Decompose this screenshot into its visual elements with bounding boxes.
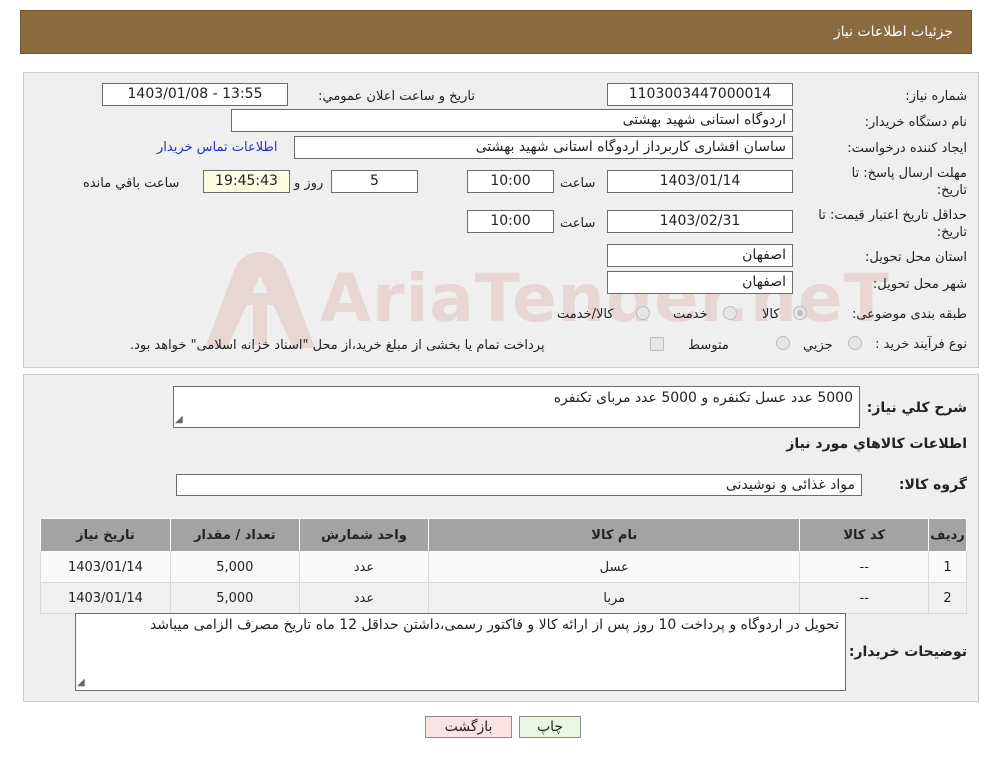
deadline-date-field: 1403/01/14 <box>607 170 793 193</box>
goods-group-label: گروه کالا: <box>898 477 967 493</box>
treasury-checkbox[interactable] <box>650 337 664 351</box>
deadline-time-field: 10:00 <box>467 170 554 193</box>
province-label: استان محل تحويل: <box>865 250 967 265</box>
days-label: روز و <box>294 176 324 191</box>
cell-name: عسل <box>428 551 801 583</box>
cell-unit: عدد <box>298 551 430 583</box>
col-code-header: کد کالا <box>799 518 930 552</box>
buyer-notes-label: توضيحات خريدار: <box>848 644 967 660</box>
cell-unit: عدد <box>298 582 430 614</box>
validity-time-label: ساعت <box>560 216 596 231</box>
description-text: 5000 عدد عسل تکنفره و 5000 عدد مربای تکن… <box>553 390 853 406</box>
cell-qty: 5,000 <box>169 582 300 614</box>
table-row: 2 -- مربا عدد 5,000 1403/01/14 <box>40 582 967 614</box>
resize-grip-icon[interactable]: ◢ <box>175 414 183 425</box>
cell-row: 2 <box>928 582 967 614</box>
goods-group-field: مواد غذائی و نوشیدنی <box>176 474 862 496</box>
need-number-label: شماره نیاز: <box>905 89 967 104</box>
cell-code: -- <box>799 582 930 614</box>
col-date-header: تاريخ نياز <box>40 518 171 552</box>
contact-buyer-link[interactable]: اطلاعات تماس خريدار <box>157 140 277 155</box>
announce-label: تاریخ و ساعت اعلان عمومي: <box>318 89 475 104</box>
back-button[interactable]: بازگشت <box>425 716 512 738</box>
validity-label: حداقل تاريخ اعتبار قيمت: تا <box>818 208 967 223</box>
deadline-label: مهلت ارسال پاسخ: تا <box>851 166 967 181</box>
page-title: جزئیات اطلاعات نیاز <box>833 24 953 40</box>
col-name-header: نام کالا <box>428 518 801 552</box>
cell-name: مربا <box>428 582 801 614</box>
resize-grip-icon[interactable]: ◢ <box>77 677 85 688</box>
col-row-header: رديف <box>928 518 967 552</box>
payment-note: پرداخت تمام يا بخشی از مبلغ خريد،از محل … <box>130 338 545 353</box>
description-textarea[interactable]: 5000 عدد عسل تکنفره و 5000 عدد مربای تکن… <box>173 386 860 428</box>
days-field: 5 <box>331 170 418 193</box>
buyer-notes-text: تحویل در اردوگاه و پرداخت 10 روز پس از ا… <box>149 617 839 633</box>
buyer-notes-textarea[interactable]: تحویل در اردوگاه و پرداخت 10 روز پس از ا… <box>75 613 846 691</box>
table-row: 1 -- عسل عدد 5,000 1403/01/14 <box>40 551 967 583</box>
deadline-label-2: تاريخ: <box>936 183 967 198</box>
deadline-time-label: ساعت <box>560 176 596 191</box>
category-radio-both[interactable] <box>636 306 650 320</box>
watermark-text: AriaTender.neT <box>320 260 890 337</box>
cell-row: 1 <box>928 551 967 583</box>
validity-time-field: 10:00 <box>467 210 554 233</box>
category-radio-goods[interactable] <box>793 306 807 320</box>
category-radio-service[interactable] <box>723 306 737 320</box>
buyer-label: نام دستگاه خريدار: <box>864 115 967 130</box>
goods-section-title: اطلاعات کالاهاي مورد نياز <box>786 436 967 452</box>
goods-table: رديف کد کالا نام کالا واحد شمارش تعداد /… <box>40 518 967 614</box>
process-option-medium: متوسط <box>688 338 729 353</box>
creator-field: ساسان افشاری کاربرداز اردوگاه استانی شهی… <box>294 136 793 159</box>
process-radio-minor[interactable] <box>848 336 862 350</box>
cell-code: -- <box>799 551 930 583</box>
cell-date: 1403/01/14 <box>40 551 171 583</box>
table-header-row: رديف کد کالا نام کالا واحد شمارش تعداد /… <box>40 518 967 552</box>
category-option-both: کالا/خدمت <box>557 307 614 322</box>
process-label: نوع فرآيند خريد : <box>875 337 967 352</box>
creator-label: ايجاد کننده درخواست: <box>847 141 967 156</box>
col-qty-header: تعداد / مقدار <box>169 518 300 552</box>
category-label: طبقه بندی موضوعی: <box>851 307 967 322</box>
city-field: اصفهان <box>607 271 793 294</box>
validity-label-2: تاريخ: <box>936 225 967 240</box>
col-unit-header: واحد شمارش <box>298 518 430 552</box>
category-option-service: خدمت <box>673 307 708 322</box>
remaining-time-field: 19:45:43 <box>203 170 290 193</box>
buyer-field: اردوگاه استانی شهید بهشتی <box>231 109 793 132</box>
remaining-label: ساعت باقي مانده <box>83 176 180 191</box>
city-label: شهر محل تحويل: <box>872 277 967 292</box>
cell-date: 1403/01/14 <box>40 582 171 614</box>
validity-date-field: 1403/02/31 <box>607 210 793 233</box>
page-header: جزئیات اطلاعات نیاز <box>20 10 972 54</box>
process-radio-medium[interactable] <box>776 336 790 350</box>
process-option-minor: جزيي <box>803 338 833 353</box>
cell-qty: 5,000 <box>169 551 300 583</box>
need-number-field: 1103003447000014 <box>607 83 793 106</box>
category-option-goods: کالا <box>762 307 780 322</box>
province-field: اصفهان <box>607 244 793 267</box>
announce-field: 1403/01/08 - 13:55 <box>102 83 288 106</box>
description-label: شرح کلي نياز: <box>866 400 967 416</box>
print-button[interactable]: چاپ <box>519 716 581 738</box>
